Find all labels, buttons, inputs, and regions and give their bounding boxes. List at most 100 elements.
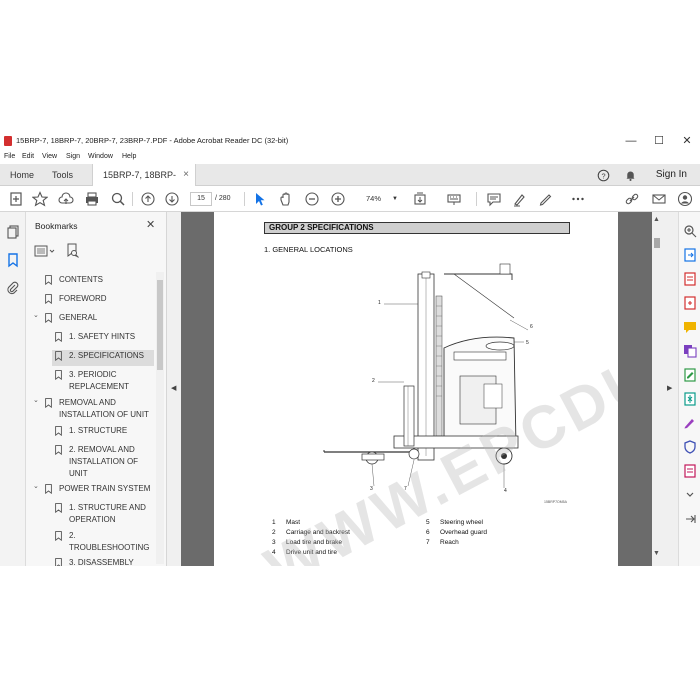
callout-6: 6 bbox=[530, 324, 533, 330]
menu-bar: File Edit View Sign Window Help bbox=[0, 150, 700, 164]
menu-view[interactable]: View bbox=[42, 153, 57, 160]
comment-icon[interactable] bbox=[486, 191, 502, 207]
bookmark-item[interactable]: 1. STRUCTURE bbox=[26, 425, 154, 441]
tab-tools[interactable]: Tools bbox=[42, 164, 83, 186]
bookmark-item[interactable]: ⌄ REMOVAL AND INSTALLATION OF UNIT bbox=[26, 397, 154, 423]
sign-pen-icon[interactable] bbox=[538, 191, 554, 207]
figure-code: 15BRP7OM5A bbox=[544, 500, 567, 504]
previous-page-icon[interactable] bbox=[140, 191, 156, 207]
chevron-down-icon[interactable]: ⌄ bbox=[33, 310, 39, 322]
bookmark-item[interactable]: ⌄ GENERAL bbox=[26, 312, 154, 328]
scrollbar-thumb[interactable] bbox=[157, 280, 163, 370]
acrobat-window: 15BRP-7, 18BRP-7, 20BRP-7, 23BRP-7.PDF -… bbox=[0, 132, 700, 566]
share-link-icon[interactable] bbox=[624, 191, 640, 207]
combine-files-icon[interactable] bbox=[683, 344, 697, 358]
collapse-left-arrow-icon[interactable]: ◀ bbox=[171, 384, 176, 392]
page-number-input[interactable]: 15 bbox=[190, 192, 212, 206]
chevron-down-icon[interactable]: ⌄ bbox=[33, 481, 39, 493]
scroll-up-arrow-icon[interactable]: ▲ bbox=[653, 216, 660, 223]
menu-file[interactable]: File bbox=[4, 153, 15, 160]
bookmark-item[interactable]: FOREWORD bbox=[26, 293, 154, 309]
scrollbar-thumb[interactable] bbox=[654, 238, 660, 248]
organize-pages-icon[interactable] bbox=[683, 272, 697, 286]
zoom-in-icon[interactable] bbox=[330, 191, 346, 207]
more-tools-icon[interactable] bbox=[683, 464, 697, 478]
bookmarks-scrollbar[interactable] bbox=[156, 272, 164, 564]
close-window-button[interactable]: ✕ bbox=[674, 134, 700, 148]
toolbar: 15 / 280 74% ▼ bbox=[0, 186, 700, 212]
print-icon[interactable] bbox=[84, 191, 100, 207]
close-tab-icon[interactable]: × bbox=[183, 164, 189, 186]
email-icon[interactable] bbox=[651, 191, 667, 207]
window-title: 15BRP-7, 18BRP-7, 20BRP-7, 23BRP-7.PDF -… bbox=[16, 136, 289, 145]
document-scrollbar[interactable]: ▲ ▼ bbox=[652, 212, 662, 566]
callout-1: 1 bbox=[378, 300, 381, 306]
zoom-tool-icon[interactable] bbox=[683, 224, 697, 238]
more-options-icon[interactable] bbox=[570, 191, 586, 207]
left-panel-collapse-strip[interactable]: ◀ bbox=[167, 212, 181, 566]
menu-window[interactable]: Window bbox=[88, 153, 113, 160]
attachments-paperclip-icon[interactable] bbox=[5, 280, 21, 296]
page-thumbnails-icon[interactable] bbox=[5, 224, 21, 240]
search-icon[interactable] bbox=[110, 191, 126, 207]
bookmark-options-icon[interactable] bbox=[34, 244, 56, 258]
notifications-bell-icon[interactable] bbox=[624, 169, 637, 182]
select-cursor-icon[interactable] bbox=[252, 191, 268, 207]
bookmark-item[interactable]: ⌄ POWER TRAIN SYSTEM bbox=[26, 483, 154, 499]
sign-in-button[interactable]: Sign In bbox=[656, 164, 687, 186]
toolbar-divider bbox=[132, 192, 133, 206]
help-icon[interactable]: ? bbox=[597, 169, 610, 182]
bookmark-label: 3. PERIODIC REPLACEMENT bbox=[69, 370, 130, 391]
account-icon[interactable] bbox=[677, 191, 693, 207]
comment-tool-icon[interactable] bbox=[683, 320, 697, 334]
export-pdf-icon[interactable] bbox=[683, 248, 697, 262]
bookmark-item[interactable]: 1. SAFETY HINTS bbox=[26, 331, 154, 347]
close-panel-icon[interactable]: ✕ bbox=[146, 218, 155, 231]
highlight-pen-icon[interactable] bbox=[512, 191, 528, 207]
zoom-select[interactable]: 74% ▼ bbox=[358, 192, 402, 206]
bookmark-label: GENERAL bbox=[59, 313, 98, 322]
bookmark-item[interactable]: 3. DISASSEMBLY bbox=[26, 557, 154, 566]
bookmarks-panel-icon[interactable] bbox=[5, 252, 21, 268]
upload-cloud-icon[interactable] bbox=[58, 191, 74, 207]
bookmark-icon bbox=[45, 398, 52, 408]
menu-help[interactable]: Help bbox=[122, 153, 136, 160]
zoom-value: 74% bbox=[366, 194, 382, 203]
right-panel-collapse-strip[interactable]: ▶ bbox=[662, 212, 678, 566]
zoom-out-icon[interactable] bbox=[304, 191, 320, 207]
chevron-down-icon[interactable]: ⌄ bbox=[33, 395, 39, 407]
collapse-right-arrow-icon[interactable]: ▶ bbox=[667, 384, 672, 392]
tools-scroll-down-icon[interactable] bbox=[683, 488, 697, 502]
svg-text:?: ? bbox=[601, 171, 605, 180]
keyboard-icon[interactable] bbox=[446, 191, 462, 207]
minimize-button[interactable]: — bbox=[618, 134, 644, 148]
scroll-down-arrow-icon[interactable]: ▼ bbox=[653, 550, 660, 557]
next-page-icon[interactable] bbox=[164, 191, 180, 207]
menu-edit[interactable]: Edit bbox=[22, 153, 34, 160]
create-pdf-tool-icon[interactable] bbox=[683, 296, 697, 310]
bookmark-item[interactable]: 3. PERIODIC REPLACEMENT bbox=[26, 369, 154, 395]
group-heading: GROUP 2 SPECIFICATIONS bbox=[264, 222, 570, 234]
menu-sign[interactable]: Sign bbox=[66, 153, 80, 160]
create-pdf-icon[interactable] bbox=[8, 191, 24, 207]
collapse-tools-icon[interactable] bbox=[683, 512, 697, 526]
find-bookmark-icon[interactable] bbox=[66, 243, 80, 259]
bookmark-icon bbox=[45, 294, 52, 304]
bookmark-icon bbox=[55, 332, 62, 342]
bookmark-item[interactable]: 2. REMOVAL AND INSTALLATION OF UNIT bbox=[26, 444, 154, 478]
maximize-button[interactable]: ☐ bbox=[646, 134, 672, 148]
edit-pdf-icon[interactable] bbox=[683, 368, 697, 382]
bookmark-label: REMOVAL AND INSTALLATION OF UNIT bbox=[59, 398, 149, 419]
bookmark-item[interactable]: 2. TROUBLESHOOTING bbox=[26, 530, 154, 556]
fill-sign-icon[interactable] bbox=[683, 416, 697, 430]
star-icon[interactable] bbox=[32, 191, 48, 207]
bookmark-item[interactable]: 1. STRUCTURE AND OPERATION bbox=[26, 502, 154, 528]
compress-pdf-icon[interactable] bbox=[683, 392, 697, 406]
protect-shield-icon[interactable] bbox=[683, 440, 697, 454]
hand-tool-icon[interactable] bbox=[278, 191, 294, 207]
tab-home[interactable]: Home bbox=[0, 164, 44, 186]
bookmark-item[interactable]: 2. SPECIFICATIONS bbox=[52, 350, 154, 366]
bookmark-item[interactable]: CONTENTS bbox=[26, 274, 154, 290]
page-fit-icon[interactable] bbox=[412, 191, 428, 207]
tab-document[interactable]: 15BRP-7, 18BRP-7,... × bbox=[92, 164, 196, 202]
